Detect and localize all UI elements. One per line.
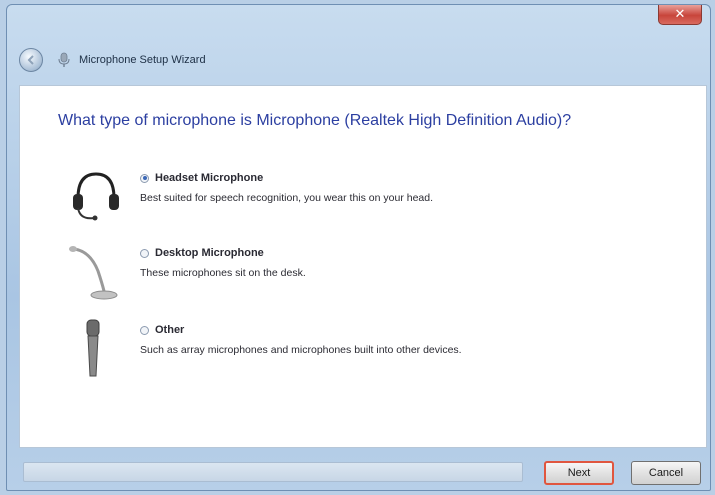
headset-icon — [73, 172, 119, 221]
close-icon: ✕ — [674, 7, 686, 22]
headset-description: Best suited for speech recognition, you … — [140, 192, 434, 204]
desktop-description: These microphones sit on the desk. — [140, 267, 306, 279]
option-headset: Headset Microphone Best suited for speec… — [20, 172, 708, 232]
back-button[interactable] — [19, 48, 43, 72]
headset-radio[interactable] — [140, 173, 149, 183]
close-button[interactable]: ✕ — [658, 5, 702, 25]
footer-status-bar — [23, 462, 523, 482]
microphone-wizard-icon — [58, 52, 70, 67]
other-label[interactable]: Other — [155, 324, 184, 336]
desktop-radio[interactable] — [140, 248, 149, 258]
option-desktop-row[interactable]: Desktop Microphone — [140, 247, 264, 259]
handheld-microphone-icon — [86, 319, 100, 377]
option-desktop: Desktop Microphone These microphones sit… — [20, 246, 708, 307]
wizard-window: ✕ Microphone Setup Wizard What type of m… — [6, 4, 711, 491]
option-other-row[interactable]: Other — [140, 324, 184, 336]
question-heading: What type of microphone is Microphone (R… — [58, 112, 572, 129]
window-title: Microphone Setup Wizard — [79, 54, 206, 66]
title-bar: Microphone Setup Wizard — [19, 45, 206, 75]
next-button[interactable]: Next — [544, 461, 614, 485]
desktop-microphone-icon — [69, 246, 118, 300]
option-headset-row[interactable]: Headset Microphone — [140, 172, 263, 184]
headset-label[interactable]: Headset Microphone — [155, 172, 263, 184]
wizard-footer: Next Cancel — [19, 450, 707, 488]
option-other: Other Such as array microphones and micr… — [20, 319, 708, 384]
back-arrow-icon — [27, 55, 34, 65]
cancel-button[interactable]: Cancel — [631, 461, 701, 485]
desktop-label[interactable]: Desktop Microphone — [155, 247, 264, 259]
other-description: Such as array microphones and microphone… — [140, 344, 462, 356]
other-radio[interactable] — [140, 325, 149, 335]
wizard-content: What type of microphone is Microphone (R… — [19, 85, 707, 448]
